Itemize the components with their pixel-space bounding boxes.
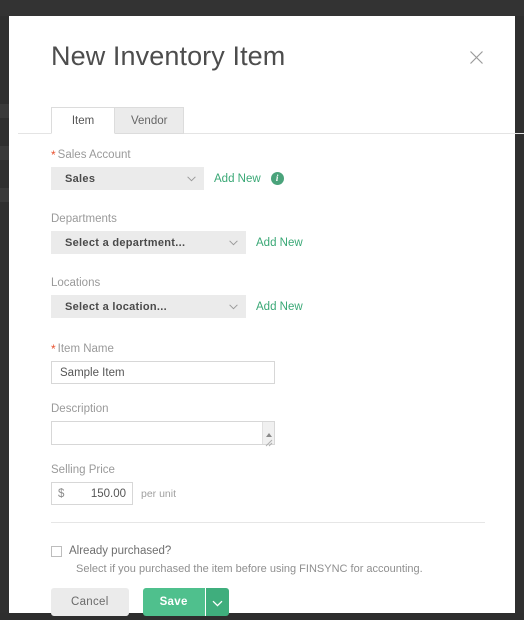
departments-row: Select a department... Add New [51, 231, 485, 254]
departments-value: Select a department... [65, 236, 186, 249]
departments-label: Departments [51, 213, 117, 225]
dialog-body: * Sales Account Sales Add New i Departmen… [9, 134, 515, 523]
selling-price-value: 150.00 [90, 487, 126, 500]
description-label: Description [51, 403, 109, 415]
already-purchased-checkbox[interactable] [51, 545, 62, 557]
new-inventory-item-dialog: New Inventory Item Item Vendor * Sales Ac… [9, 16, 524, 616]
description-textarea[interactable] [51, 421, 275, 447]
sales-account-select[interactable]: Sales [51, 167, 204, 190]
per-unit-label: per unit [141, 487, 177, 500]
page-title: New Inventory Item [51, 41, 286, 71]
departments-select[interactable]: Select a department... [51, 231, 246, 254]
save-split-button: Save [142, 588, 229, 616]
chevron-down-icon [229, 239, 238, 246]
chrome-left-segment [0, 104, 9, 118]
chrome-left-segment [0, 146, 9, 160]
sales-account-add-new-link[interactable]: Add New [214, 173, 261, 185]
locations-value: Select a location... [65, 300, 167, 313]
field-selling-price: Selling Price $ 150.00 per unit [51, 463, 485, 505]
item-name-input[interactable] [51, 361, 275, 384]
locations-label: Locations [51, 277, 101, 289]
field-item-name: * Item Name [51, 342, 485, 384]
resize-grip-icon[interactable] [264, 434, 273, 447]
field-departments: Departments Select a department... Add N… [51, 212, 485, 254]
chrome-right-edge [515, 16, 524, 613]
chevron-down-icon [187, 175, 196, 182]
item-name-label-text: Item Name [57, 343, 114, 355]
field-locations: Locations Select a location... Add New [51, 276, 485, 318]
dialog-actions: Cancel Save [51, 588, 485, 616]
chevron-down-icon [229, 303, 238, 310]
chrome-left-edge [0, 16, 9, 613]
required-asterisk: * [51, 148, 56, 162]
cancel-button[interactable]: Cancel [51, 588, 129, 616]
sales-account-row: Sales Add New i [51, 167, 485, 190]
locations-add-new-link[interactable]: Add New [256, 301, 303, 313]
chrome-left-segment [0, 188, 9, 202]
tab-vendor[interactable]: Vendor [115, 107, 185, 134]
dialog-footer: Already purchased? Select if you purchas… [9, 536, 515, 616]
already-purchased-row: Already purchased? [51, 545, 485, 557]
locations-row: Select a location... Add New [51, 295, 485, 318]
field-description: Description [51, 402, 485, 447]
tab-item[interactable]: Item [51, 107, 115, 134]
footer-divider [51, 522, 485, 523]
info-icon[interactable]: i [270, 172, 284, 185]
save-button[interactable]: Save [142, 588, 205, 616]
locations-select[interactable]: Select a location... [51, 295, 246, 318]
dialog-tabs: Item Vendor [51, 107, 185, 134]
chrome-top-bar [0, 0, 524, 16]
sales-account-label: * Sales Account [51, 148, 485, 162]
tab-item-label: Item [71, 114, 95, 127]
already-purchased-label[interactable]: Already purchased? [69, 545, 171, 557]
close-icon[interactable] [463, 44, 489, 70]
item-name-label: * Item Name [51, 342, 485, 356]
selling-price-row: $ 150.00 per unit [51, 482, 485, 505]
tab-vendor-label: Vendor [131, 114, 168, 127]
sales-account-label-text: Sales Account [57, 149, 131, 161]
dialog-header: New Inventory Item [9, 16, 515, 100]
scroll-up-arrow-icon [265, 425, 273, 437]
save-dropdown-button[interactable] [204, 588, 229, 616]
required-asterisk: * [51, 342, 56, 356]
selling-price-label: Selling Price [51, 464, 115, 476]
departments-add-new-link[interactable]: Add New [256, 237, 303, 249]
selling-price-input[interactable]: $ 150.00 [51, 482, 133, 505]
field-sales-account: * Sales Account Sales Add New i [51, 148, 485, 190]
already-purchased-help-text: Select if you purchased the item before … [76, 563, 423, 575]
chevron-down-icon [212, 595, 223, 610]
sales-account-value: Sales [65, 172, 96, 185]
